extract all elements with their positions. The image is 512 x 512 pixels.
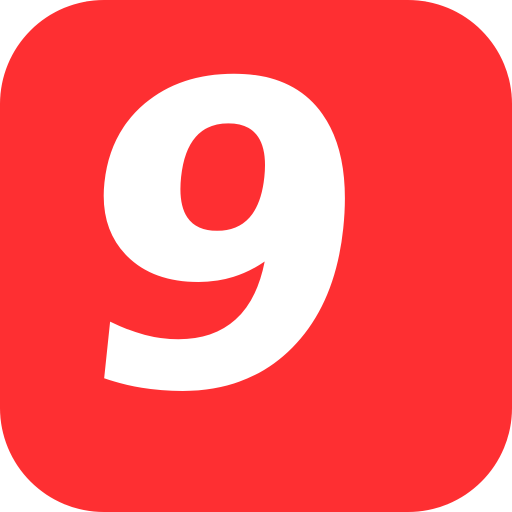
digit-glyph: 9 (51, 0, 395, 485)
number-nine-icon: 9 (0, 0, 512, 512)
digit-nine: 9 (51, 0, 395, 485)
